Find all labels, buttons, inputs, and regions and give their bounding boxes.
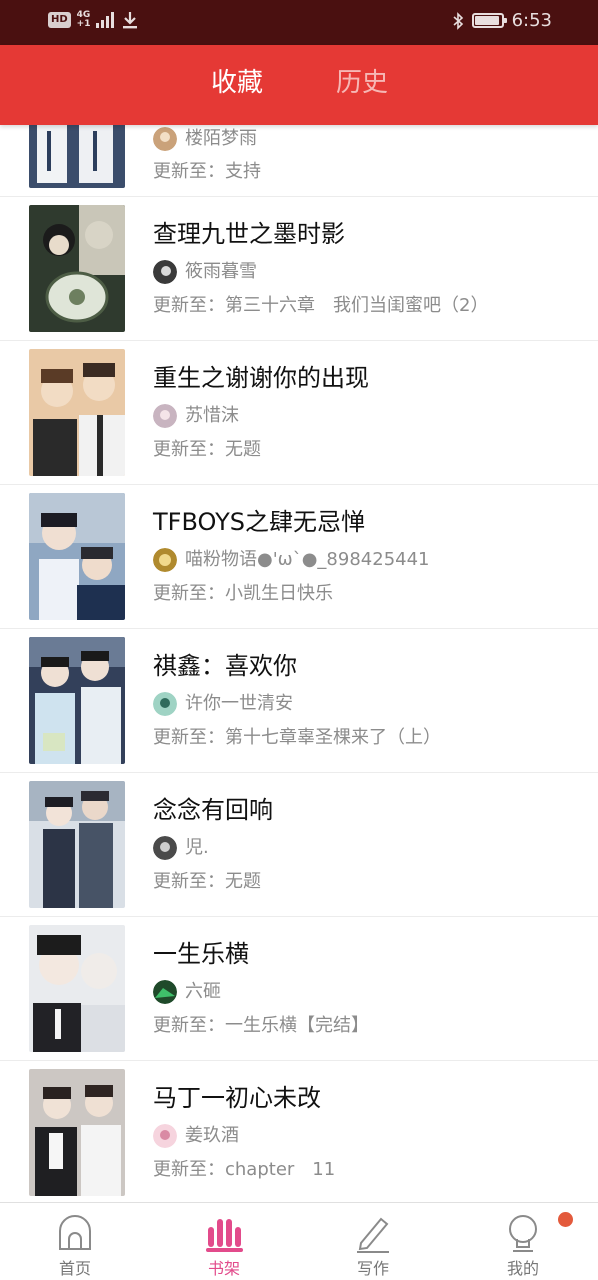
book-update: 更新至：无题 bbox=[153, 439, 261, 460]
nav-bookshelf[interactable]: 书架 bbox=[174, 1203, 274, 1280]
book-author: 筱雨暮雪 bbox=[185, 261, 257, 282]
nav-write[interactable]: 写作 bbox=[323, 1203, 423, 1280]
nav-home[interactable]: 首页 bbox=[25, 1203, 125, 1280]
author-row: 児. bbox=[153, 836, 209, 860]
nav-home-label: 首页 bbox=[58, 1259, 91, 1278]
book-cover bbox=[29, 493, 125, 620]
book-update: 更新至：第十七章辜圣棵来了（上） bbox=[153, 727, 441, 748]
notification-badge bbox=[558, 1212, 573, 1227]
book-update: 更新至：一生乐横【完结】 bbox=[153, 1015, 369, 1036]
profile-icon bbox=[509, 1215, 537, 1252]
book-item[interactable]: 查理九世之墨时影 筱雨暮雪 更新至：第三十六章 我们当闺蜜吧（2） bbox=[0, 197, 598, 341]
book-title: 一生乐横 bbox=[153, 940, 249, 968]
status-right: 6:53 bbox=[452, 10, 552, 31]
author-avatar bbox=[153, 127, 177, 151]
status-bar: HD 4G +1 6:53 bbox=[0, 0, 598, 45]
nav-profile[interactable]: 我的 bbox=[473, 1203, 573, 1280]
nav-bookshelf-label: 书架 bbox=[207, 1259, 240, 1278]
author-avatar bbox=[153, 836, 177, 860]
book-cover bbox=[29, 1069, 125, 1196]
book-title: 念念有回响 bbox=[153, 796, 273, 824]
book-author: 许你一世清安 bbox=[185, 693, 293, 714]
signal-icon bbox=[96, 12, 115, 28]
download-icon bbox=[123, 12, 138, 29]
author-row: 筱雨暮雪 bbox=[153, 260, 257, 284]
pen-icon bbox=[357, 1217, 389, 1253]
book-author: 姜玖酒 bbox=[185, 1125, 239, 1146]
book-title: 查理九世之墨时影 bbox=[153, 220, 345, 248]
book-author: 楼陌梦雨 bbox=[185, 128, 257, 149]
author-row: 喵粉物语●'ω`●_898425441 bbox=[153, 548, 430, 572]
network-type: 4G +1 bbox=[77, 11, 91, 29]
author-row: 许你一世清安 bbox=[153, 692, 293, 716]
author-row: 六砸 bbox=[153, 980, 221, 1004]
book-item[interactable]: 念念有回响 児. 更新至：无题 bbox=[0, 773, 598, 917]
author-avatar bbox=[153, 404, 177, 428]
book-author: 喵粉物语●'ω`●_898425441 bbox=[185, 549, 430, 570]
book-cover bbox=[29, 925, 125, 1052]
book-update: 更新至：支持 bbox=[153, 161, 261, 182]
author-row: 苏惜沫 bbox=[153, 404, 239, 428]
book-item[interactable]: 一生乐横 六砸 更新至：一生乐横【完结】 bbox=[0, 917, 598, 1061]
nav-write-label: 写作 bbox=[356, 1259, 389, 1278]
bookshelf-icon bbox=[206, 1219, 243, 1252]
book-cover bbox=[29, 781, 125, 908]
tab-history[interactable]: 历史 bbox=[336, 67, 388, 99]
battery-level bbox=[474, 16, 500, 25]
author-avatar bbox=[153, 260, 177, 284]
book-cover bbox=[29, 125, 125, 188]
book-update: 更新至：第三十六章 我们当闺蜜吧（2） bbox=[153, 295, 489, 316]
tab-favorites[interactable]: 收藏 bbox=[211, 67, 263, 99]
bluetooth-icon bbox=[453, 11, 463, 30]
book-item[interactable]: TFBOYS之肆无忌惮 喵粉物语●'ω`●_898425441 更新至：小凯生日… bbox=[0, 485, 598, 629]
author-avatar bbox=[153, 980, 177, 1004]
author-avatar bbox=[153, 1124, 177, 1148]
book-cover bbox=[29, 205, 125, 332]
author-row: 姜玖酒 bbox=[153, 1124, 239, 1148]
book-title: TFBOYS之肆无忌惮 bbox=[153, 508, 365, 536]
book-title: 重生之谢谢你的出现 bbox=[153, 364, 369, 392]
book-item[interactable]: 楼陌梦雨 更新至：支持 bbox=[0, 125, 598, 197]
author-avatar bbox=[153, 692, 177, 716]
book-author: 六砸 bbox=[185, 981, 221, 1002]
author-avatar bbox=[153, 548, 177, 572]
author-row: 楼陌梦雨 bbox=[153, 127, 257, 151]
network-type-bottom: +1 bbox=[76, 19, 91, 29]
book-item[interactable]: 重生之谢谢你的出现 苏惜沫 更新至：无题 bbox=[0, 341, 598, 485]
book-item[interactable]: 马丁一初心未改 姜玖酒 更新至：chapter 11 bbox=[0, 1061, 598, 1202]
book-update: 更新至：chapter 11 bbox=[153, 1159, 336, 1180]
book-update: 更新至：无题 bbox=[153, 871, 261, 892]
status-left: HD 4G +1 bbox=[48, 11, 138, 29]
hd-icon: HD bbox=[48, 12, 71, 28]
nav-profile-label: 我的 bbox=[506, 1259, 539, 1278]
book-cover bbox=[29, 349, 125, 476]
book-cover bbox=[29, 637, 125, 764]
bookshelf-list[interactable]: 楼陌梦雨 更新至：支持 查理九世之墨时影 筱雨暮雪 更新至：第三十六章 我们当闺… bbox=[0, 125, 598, 1202]
book-title: 马丁一初心未改 bbox=[153, 1084, 321, 1112]
book-author: 児. bbox=[185, 837, 209, 858]
book-update: 更新至：小凯生日快乐 bbox=[153, 583, 333, 604]
clock: 6:53 bbox=[511, 10, 552, 31]
battery-icon bbox=[471, 13, 507, 28]
book-item[interactable]: 祺鑫：喜欢你 许你一世清安 更新至：第十七章辜圣棵来了（上） bbox=[0, 629, 598, 773]
top-tab-bar: 收藏 历史 bbox=[0, 45, 598, 125]
book-author: 苏惜沫 bbox=[185, 405, 239, 426]
bottom-nav: 首页 书架 写作 我的 bbox=[0, 1202, 598, 1280]
book-title: 祺鑫：喜欢你 bbox=[153, 652, 297, 680]
home-icon bbox=[59, 1215, 91, 1250]
